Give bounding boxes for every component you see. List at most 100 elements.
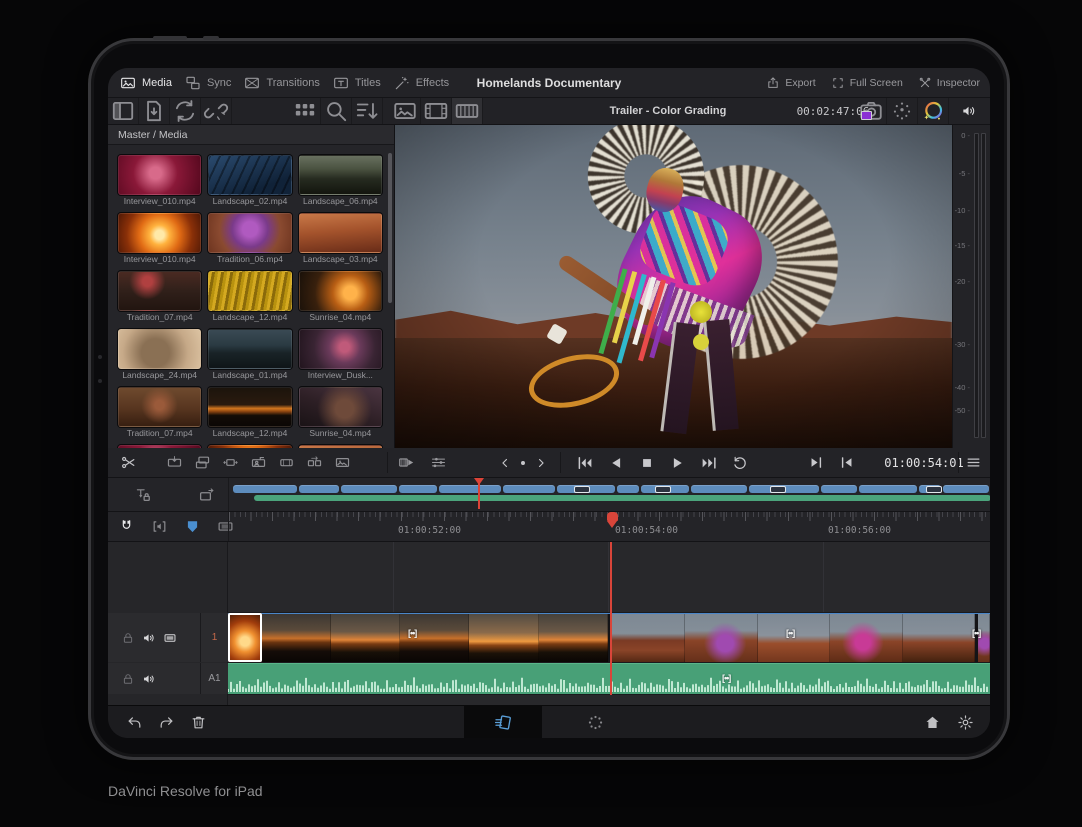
mini-timeline-clip[interactable] (749, 485, 819, 493)
timeline-clip-frame[interactable] (469, 613, 539, 662)
snapping-icon[interactable] (118, 518, 135, 535)
mini-playhead[interactable] (474, 478, 484, 509)
media-clip[interactable]: Interview_010.mp4 (118, 213, 202, 265)
media-clip[interactable]: Tradition_07.mp4 (118, 387, 202, 439)
relink-icon[interactable] (201, 98, 232, 124)
view-filmstrip-icon[interactable] (421, 98, 452, 124)
media-clip[interactable]: Landscape_12.mp4 (208, 387, 292, 439)
playhead-pin[interactable] (607, 512, 618, 533)
auto-enhance-icon[interactable] (887, 98, 918, 124)
media-clip[interactable]: Tradition_06.mp4 (208, 213, 292, 265)
jog-control[interactable] (498, 448, 548, 477)
mini-timeline-clip[interactable] (641, 485, 689, 493)
top-tab[interactable]: Effects (394, 75, 449, 91)
viewer-clip-label[interactable]: Trailer - Color Grading (556, 98, 780, 124)
view-thumbnail-icon[interactable] (390, 98, 421, 124)
ripple-overwrite-icon[interactable] (278, 454, 295, 471)
camera-snapshot-icon[interactable] (856, 98, 887, 124)
sidebar-icon[interactable] (108, 98, 139, 124)
menu-icon[interactable] (965, 454, 982, 471)
swap-clip-icon[interactable] (306, 454, 323, 471)
settings-icon[interactable] (957, 714, 974, 731)
sort-icon[interactable] (352, 98, 383, 124)
timeline-clip-frame[interactable] (262, 613, 331, 662)
resync-icon[interactable] (170, 98, 201, 124)
page-button[interactable] (556, 706, 634, 738)
insert-clip-icon[interactable] (166, 454, 183, 471)
mini-timeline-clip[interactable] (617, 485, 639, 493)
stop-icon[interactable] (638, 454, 656, 472)
mini-timeline-clip[interactable] (859, 485, 917, 493)
color-magic-icon[interactable] (918, 98, 949, 124)
overwrite-clip-icon[interactable] (194, 454, 211, 471)
loop-icon[interactable] (731, 454, 749, 472)
next-edit-icon[interactable] (808, 454, 825, 471)
speaker-icon[interactable] (142, 672, 156, 686)
media-clip[interactable]: Tradition_07.mp4 (118, 271, 202, 323)
go-to-start-icon[interactable] (576, 454, 594, 472)
mini-timeline-clip[interactable] (919, 485, 942, 493)
timeline-ruler[interactable]: 01:00:52:00 01:00:54:00 01:00:56:00 (228, 512, 990, 541)
media-clip[interactable]: Sunrise_04.mp4 (298, 271, 382, 323)
cut-icon[interactable] (120, 454, 137, 471)
flag-marker-icon[interactable] (184, 518, 201, 535)
media-clip[interactable]: Landscape_02.mp4 (208, 155, 292, 207)
media-clip[interactable]: Landscape_01.mp4 (208, 329, 292, 381)
grid-view-icon[interactable] (290, 98, 321, 124)
mini-timeline-clip[interactable] (341, 485, 397, 493)
timeline-clip-frame[interactable] (331, 613, 400, 662)
media-clip[interactable]: Landscape_03.mp4 (298, 213, 382, 265)
mini-timeline-clip[interactable] (439, 485, 501, 493)
redo-icon[interactable] (158, 714, 175, 731)
top-tab[interactable]: Titles (333, 75, 381, 91)
mini-timeline-clip[interactable] (557, 485, 615, 493)
mini-timeline-clip[interactable] (503, 485, 555, 493)
jog-fwd-icon[interactable] (534, 456, 548, 470)
view-strip-icon[interactable] (452, 98, 483, 124)
play-reverse-icon[interactable] (607, 454, 625, 472)
search-icon[interactable] (321, 98, 352, 124)
home-icon[interactable] (924, 714, 941, 731)
media-clip[interactable]: Landscape_06.mp4 (298, 155, 382, 207)
mini-timeline-clip[interactable] (299, 485, 339, 493)
top-tab[interactable]: Media (120, 75, 172, 91)
top-tab[interactable]: Sync (185, 75, 231, 91)
lock-icon[interactable] (121, 672, 135, 686)
mini-timeline-clip[interactable] (399, 485, 437, 493)
video-enable-icon[interactable] (163, 631, 177, 645)
retime-controls-icon[interactable] (430, 454, 447, 471)
linked-trim-icon[interactable] (151, 518, 168, 535)
timeline-clip-frame[interactable] (612, 613, 685, 662)
import-media-icon[interactable] (139, 98, 170, 124)
timeline-clip-frame[interactable] (685, 613, 758, 662)
top-action-button[interactable]: Full Screen (831, 76, 903, 90)
timeline-clip-frame[interactable] (228, 613, 262, 662)
page-button[interactable] (464, 706, 542, 738)
filmstrip-play-icon[interactable] (398, 454, 415, 471)
undo-icon[interactable] (126, 714, 143, 731)
playhead-lock-icon[interactable] (134, 486, 152, 504)
mini-timeline-clip[interactable] (943, 485, 989, 493)
mini-timeline-clip[interactable] (821, 485, 857, 493)
lock-icon[interactable] (121, 631, 135, 645)
audio-monitor-cell[interactable] (952, 98, 986, 124)
timeline-clip-frame[interactable] (903, 613, 975, 662)
previous-edit-icon[interactable] (838, 454, 855, 471)
media-clip[interactable]: Interview_010.mp4 (118, 155, 202, 207)
speaker-icon[interactable] (142, 631, 156, 645)
timeline-clip-frame[interactable] (830, 613, 903, 662)
jog-back-icon[interactable] (498, 456, 512, 470)
video-track-number[interactable]: 1 (200, 613, 228, 662)
media-clip[interactable]: Landscape_12.mp4 (208, 271, 292, 323)
media-clip[interactable]: Interview_Dusk... (298, 329, 382, 381)
jog-dot-icon[interactable] (516, 456, 530, 470)
fast-forward-icon[interactable] (700, 454, 718, 472)
place-on-top-icon[interactable] (250, 454, 267, 471)
media-clip[interactable]: Sunrise_04.mp4 (298, 387, 382, 439)
mini-timeline-clip[interactable] (233, 485, 297, 493)
timeline-playhead-line[interactable] (610, 542, 612, 695)
mini-timeline-clip[interactable] (691, 485, 747, 493)
breadcrumb[interactable]: Master / Media (108, 125, 394, 145)
picture-in-picture-icon[interactable] (198, 486, 216, 504)
media-pool-scrollbar[interactable] (388, 153, 392, 303)
